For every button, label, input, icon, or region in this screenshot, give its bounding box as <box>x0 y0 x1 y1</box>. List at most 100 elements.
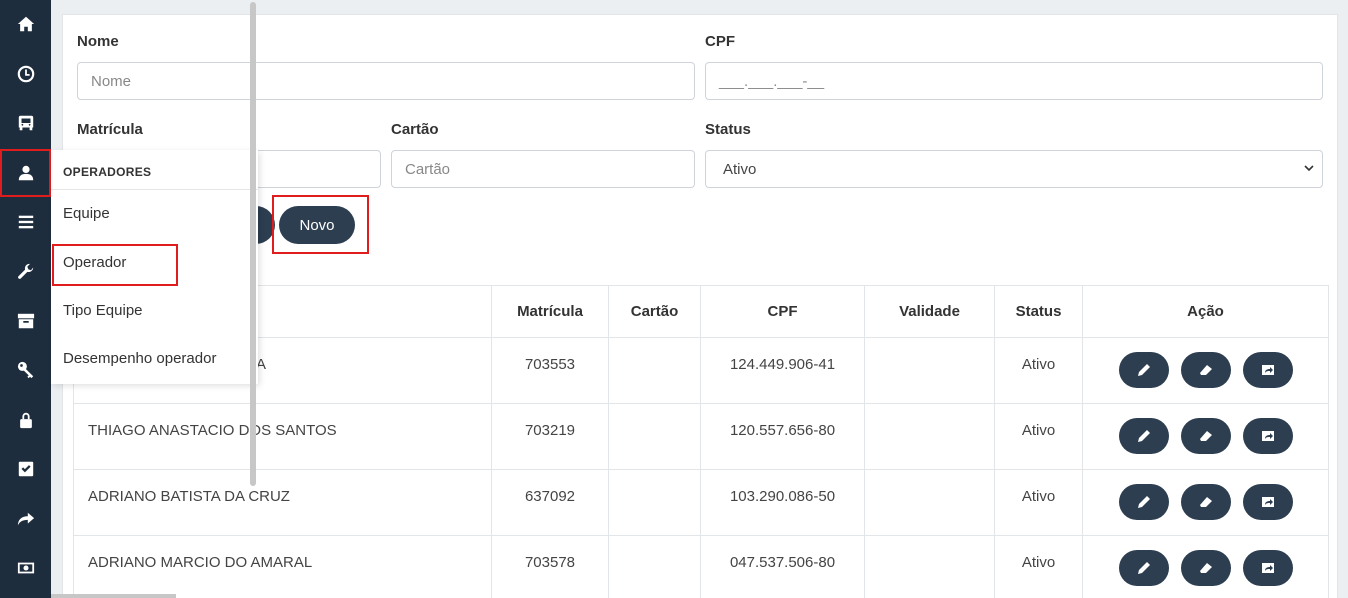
erase-button[interactable] <box>1180 550 1231 586</box>
share-button[interactable] <box>1242 484 1293 520</box>
operador-highlight <box>52 244 178 286</box>
flyout-title: OPERADORES <box>63 165 152 179</box>
share-icon <box>17 512 34 526</box>
clock-icon <box>17 65 34 83</box>
cell-nome: ADRIANO MARCIO DO AMARAL <box>73 535 492 598</box>
share-square-icon <box>1261 563 1274 573</box>
eraser-icon <box>1199 497 1212 507</box>
sidebar-item-finance[interactable] <box>0 544 51 592</box>
sidebar <box>0 0 51 598</box>
sidebar-item-tools[interactable] <box>0 248 51 296</box>
sidebar-item-checklist[interactable] <box>0 445 51 493</box>
table-row: ADRIANO MARCIO DO AMARAL 703578 047.537.… <box>73 535 1329 598</box>
col-header-status: Status <box>994 285 1083 338</box>
sidebar-item-keys[interactable] <box>0 346 51 394</box>
col-header-cartao: Cartão <box>608 285 701 338</box>
share-button[interactable] <box>1242 550 1293 586</box>
sidebar-item-archive[interactable] <box>0 297 51 345</box>
table-row: A 703553 124.449.906-41 Ativo <box>73 337 1329 404</box>
share-square-icon <box>1261 431 1274 441</box>
cell-acao <box>1082 535 1329 598</box>
col-header-matricula: Matrícula <box>491 285 609 338</box>
erase-button[interactable] <box>1180 418 1231 454</box>
cell-matricula: 703553 <box>491 337 609 404</box>
chevron-down-icon <box>1304 165 1314 172</box>
pencil-icon <box>1137 430 1150 442</box>
pencil-icon <box>1137 562 1150 574</box>
share-button[interactable] <box>1242 418 1293 454</box>
cell-nome: THIAGO ANASTACIO DOS SANTOS <box>73 403 492 470</box>
cell-nome: ADRIANO BATISTA DA CRUZ <box>73 469 492 536</box>
cartao-label: Cartão <box>391 121 439 138</box>
sidebar-item-bus[interactable] <box>0 99 51 147</box>
share-square-icon <box>1261 497 1274 507</box>
sidebar-item-operadores[interactable] <box>0 149 51 197</box>
sidebar-item-home[interactable] <box>0 0 51 48</box>
cpf-input[interactable]: ___.___.___-__ <box>705 62 1323 100</box>
nome-input[interactable]: Nome <box>77 62 695 100</box>
menu-icon <box>18 215 33 229</box>
eraser-icon <box>1199 365 1212 375</box>
table-row: ADRIANO BATISTA DA CRUZ 637092 103.290.0… <box>73 469 1329 536</box>
menu-item-desempenho-operador[interactable]: Desempenho operador <box>63 350 216 367</box>
home-icon <box>17 16 34 32</box>
col-header-cpf: CPF <box>700 285 865 338</box>
bus-icon <box>18 115 33 131</box>
col-header-validade: Validade <box>864 285 995 338</box>
novo-highlight <box>272 195 369 254</box>
flyout-divider <box>51 189 258 190</box>
key-icon <box>17 361 33 379</box>
sidebar-item-history[interactable] <box>0 50 51 98</box>
edit-button[interactable] <box>1118 484 1169 520</box>
sidebar-item-menu[interactable] <box>0 198 51 246</box>
share-button[interactable] <box>1242 352 1293 388</box>
cell-status: Ativo <box>994 337 1083 404</box>
cell-cpf: 120.557.656-80 <box>700 403 865 470</box>
cell-cartao <box>608 535 701 598</box>
nome-label: Nome <box>77 33 119 50</box>
erase-button[interactable] <box>1180 484 1231 520</box>
user-icon <box>18 165 33 181</box>
cell-validade <box>864 535 995 598</box>
status-label: Status <box>705 121 751 138</box>
archive-icon <box>17 313 34 329</box>
operadores-table: Matrícula Cartão CPF Validade Status Açã… <box>73 285 1329 598</box>
cell-cartao <box>608 337 701 404</box>
cell-cpf: 047.537.506-80 <box>700 535 865 598</box>
cell-matricula: 703219 <box>491 403 609 470</box>
edit-button[interactable] <box>1118 352 1169 388</box>
pencil-icon <box>1137 496 1150 508</box>
share-square-icon <box>1261 365 1274 375</box>
cell-cpf: 103.290.086-50 <box>700 469 865 536</box>
cell-cartao <box>608 403 701 470</box>
cell-cartao <box>608 469 701 536</box>
flyout-scrollbar[interactable] <box>250 2 256 486</box>
operadores-flyout-menu: OPERADORES Equipe Operador Tipo Equipe D… <box>51 150 258 384</box>
lock-icon <box>19 412 32 429</box>
edit-button[interactable] <box>1118 418 1169 454</box>
table-row: THIAGO ANASTACIO DOS SANTOS 703219 120.5… <box>73 403 1329 470</box>
status-select-value: Ativo <box>723 160 757 178</box>
cell-matricula: 703578 <box>491 535 609 598</box>
sidebar-item-lock[interactable] <box>0 396 51 444</box>
cell-validade <box>864 403 995 470</box>
cell-cpf: 124.449.906-41 <box>700 337 865 404</box>
cell-acao <box>1082 469 1329 536</box>
cell-validade <box>864 469 995 536</box>
cell-validade <box>864 337 995 404</box>
status-select[interactable]: Ativo <box>705 150 1323 188</box>
edit-button[interactable] <box>1118 550 1169 586</box>
erase-button[interactable] <box>1180 352 1231 388</box>
cell-status: Ativo <box>994 403 1083 470</box>
eraser-icon <box>1199 563 1212 573</box>
horizontal-scrollbar[interactable] <box>51 594 176 598</box>
money-icon <box>17 562 34 574</box>
cell-status: Ativo <box>994 535 1083 598</box>
cartao-input[interactable]: Cartão <box>391 150 695 188</box>
cpf-label: CPF <box>705 33 735 50</box>
menu-item-tipo-equipe[interactable]: Tipo Equipe <box>63 302 143 319</box>
cell-acao <box>1082 403 1329 470</box>
wrench-icon <box>17 263 33 279</box>
menu-item-equipe[interactable]: Equipe <box>63 205 110 222</box>
sidebar-item-share[interactable] <box>0 495 51 543</box>
